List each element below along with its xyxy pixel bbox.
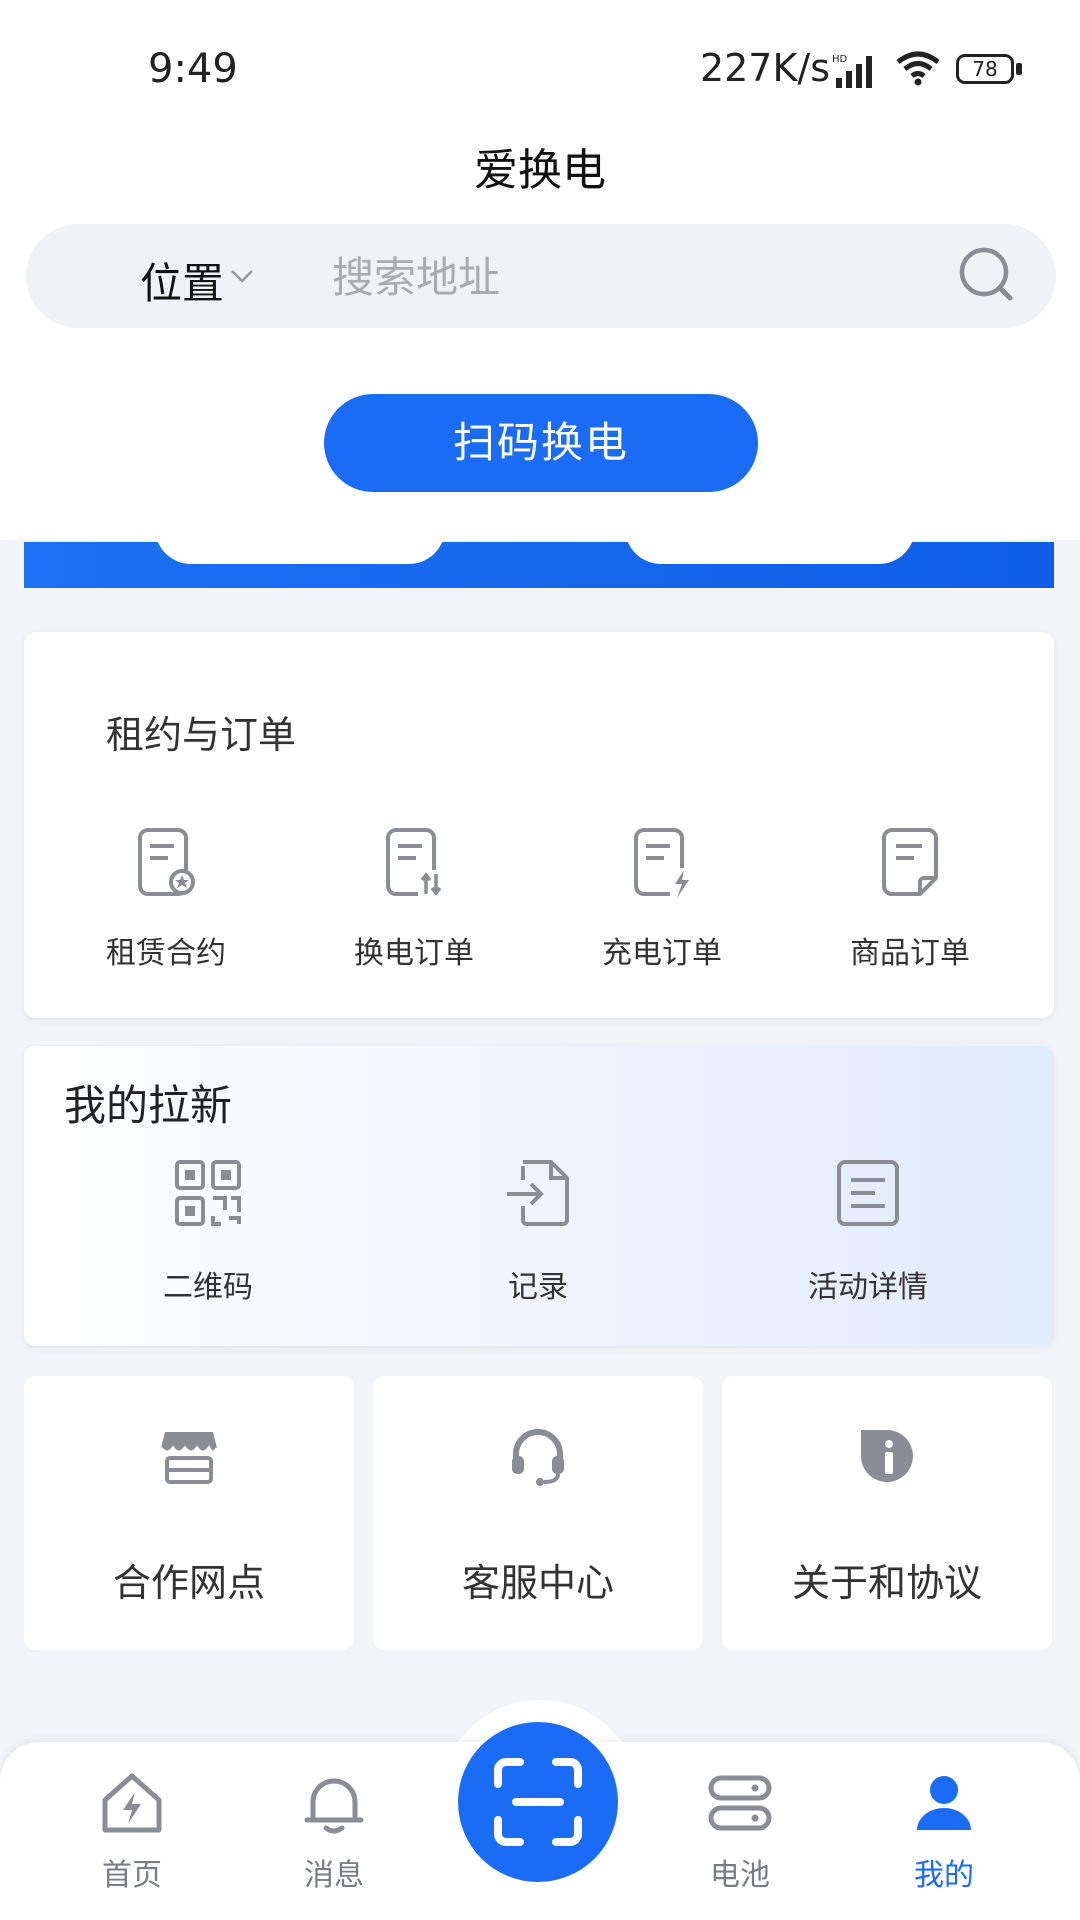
home-icon bbox=[102, 1773, 162, 1833]
orders-title: 租约与订单 bbox=[106, 713, 297, 757]
contract-icon bbox=[138, 828, 195, 896]
tab-label: 我的 bbox=[914, 1858, 974, 1893]
invite-item-record[interactable]: 记录 bbox=[388, 1158, 688, 1306]
battery-icon bbox=[708, 1775, 772, 1831]
invite-item-activity[interactable]: 活动详情 bbox=[718, 1158, 1018, 1306]
tab-home[interactable]: 首页 bbox=[62, 1768, 202, 1894]
svg-text:HD: HD bbox=[832, 54, 848, 65]
tab-label: 消息 bbox=[304, 1858, 364, 1893]
order-item-label: 换电订单 bbox=[354, 936, 474, 971]
tab-messages[interactable]: 消息 bbox=[264, 1768, 404, 1894]
swap-order-icon bbox=[386, 828, 444, 898]
charge-order-icon bbox=[634, 828, 692, 900]
search-icon[interactable] bbox=[956, 244, 1018, 306]
banner-tab-right bbox=[625, 528, 915, 564]
tile-label: 合作网点 bbox=[112, 1561, 265, 1605]
tab-mine[interactable]: 我的 bbox=[874, 1768, 1014, 1894]
search-input[interactable] bbox=[330, 244, 894, 310]
order-item-contract[interactable]: 租赁合约 bbox=[41, 826, 291, 972]
page-title: 爱换电 bbox=[474, 145, 606, 196]
invite-item-label: 二维码 bbox=[163, 1270, 253, 1305]
order-item-label: 租赁合约 bbox=[106, 936, 226, 971]
wifi-icon bbox=[896, 51, 940, 86]
scan-icon bbox=[494, 1758, 582, 1846]
battery-indicator: 78 bbox=[956, 54, 1026, 86]
chevron-down-icon[interactable] bbox=[228, 262, 256, 290]
battery-level: 78 bbox=[956, 54, 1014, 84]
tab-battery[interactable]: 电池 bbox=[670, 1768, 810, 1894]
banner-tab-left bbox=[155, 528, 445, 564]
invite-item-label: 活动详情 bbox=[808, 1270, 928, 1305]
tile-customer-service[interactable]: 客服中心 bbox=[373, 1376, 703, 1650]
tile-about[interactable]: 关于和协议 bbox=[722, 1376, 1052, 1650]
order-item-label: 商品订单 bbox=[850, 936, 970, 971]
info-icon bbox=[860, 1430, 913, 1482]
order-item-swap[interactable]: 换电订单 bbox=[289, 826, 539, 972]
scan-fab[interactable] bbox=[458, 1722, 618, 1882]
user-icon bbox=[917, 1776, 971, 1830]
tile-label: 关于和协议 bbox=[791, 1561, 982, 1605]
store-icon bbox=[159, 1432, 219, 1484]
scan-swap-button[interactable]: 扫码换电 bbox=[324, 394, 758, 492]
invite-title: 我的拉新 bbox=[64, 1081, 233, 1130]
invite-item-qrcode[interactable]: 二维码 bbox=[58, 1158, 358, 1306]
status-time: 9:49 bbox=[148, 46, 238, 92]
order-item-label: 充电订单 bbox=[602, 936, 722, 971]
bell-icon bbox=[304, 1778, 364, 1834]
tab-label: 首页 bbox=[102, 1858, 162, 1893]
qrcode-icon bbox=[175, 1160, 241, 1226]
goods-order-icon bbox=[882, 828, 938, 896]
activity-detail-icon bbox=[837, 1160, 899, 1226]
tab-label: 电池 bbox=[710, 1858, 770, 1893]
location-selector[interactable]: 位置 bbox=[140, 250, 224, 311]
order-item-goods[interactable]: 商品订单 bbox=[785, 826, 1035, 972]
headset-icon bbox=[512, 1429, 564, 1486]
record-icon bbox=[507, 1160, 569, 1226]
network-speed: 227K/s bbox=[699, 46, 830, 90]
tile-partner-outlets[interactable]: 合作网点 bbox=[24, 1376, 354, 1650]
order-item-charge[interactable]: 充电订单 bbox=[537, 826, 787, 972]
tile-label: 客服中心 bbox=[461, 1561, 614, 1605]
invite-item-label: 记录 bbox=[508, 1270, 568, 1305]
signal-icon: HD bbox=[832, 54, 872, 88]
